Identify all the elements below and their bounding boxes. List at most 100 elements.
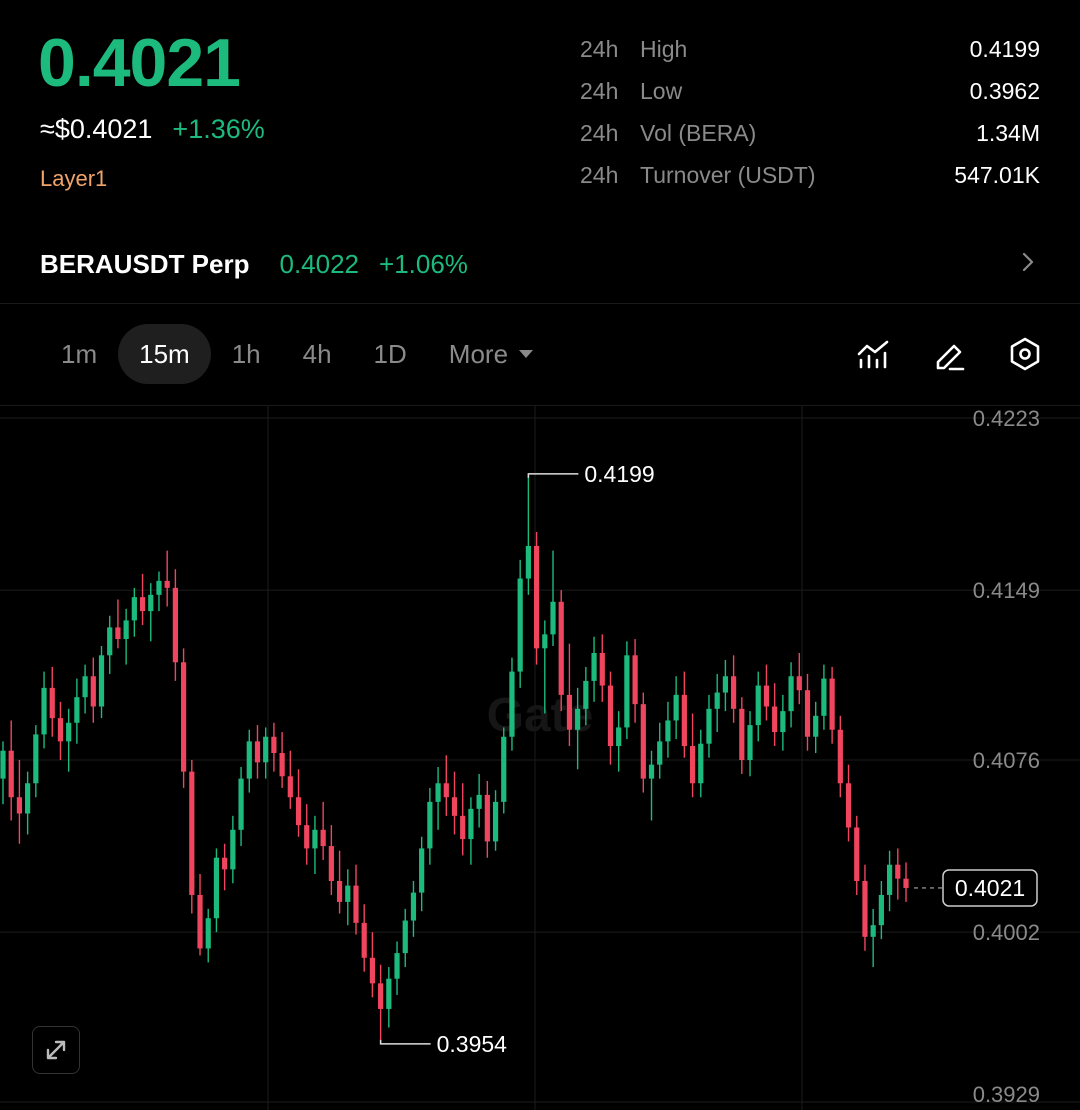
candle-body [246, 741, 252, 779]
candle-body [402, 920, 408, 954]
candle-body [575, 708, 581, 730]
stat-high: 24h High 0.4199 [580, 28, 1040, 70]
stat-label: Vol (BERA) [640, 119, 757, 146]
candle-body [665, 720, 671, 742]
candle-body [361, 922, 367, 958]
perp-price: 0.4022 [279, 248, 360, 279]
candle-body [640, 704, 646, 779]
candle-body [484, 794, 490, 842]
settings-hex-icon[interactable] [1008, 336, 1042, 372]
tab-more-label: More [448, 338, 509, 369]
caret-down-icon [519, 350, 534, 358]
stat-value: 547.01K [954, 161, 1040, 188]
candle-body [624, 655, 630, 728]
candles [0, 473, 909, 1044]
candle-body [460, 815, 466, 840]
candle-body [788, 676, 794, 712]
low-marker-line [379, 1039, 431, 1045]
candle-body [336, 880, 343, 902]
expand-button[interactable] [32, 1026, 80, 1074]
stat-label: Low [640, 77, 683, 104]
high-marker-label: 0.4199 [584, 461, 654, 487]
candle-body [706, 708, 712, 744]
perp-row[interactable]: BERAUSDT Perp 0.4022 +1.06% [40, 244, 1040, 284]
indicators-icon[interactable] [856, 336, 890, 372]
candle-body [796, 676, 802, 691]
candle-body [492, 801, 499, 842]
candle-body [468, 808, 474, 840]
candle-body [722, 676, 728, 693]
candle-body [681, 694, 687, 747]
candle-body [533, 545, 540, 649]
chart-grid [267, 406, 803, 1110]
candle-body [230, 829, 236, 870]
current-price-indicator: 0.4021 [914, 869, 1038, 907]
candle-body [714, 692, 720, 709]
candle-body [607, 685, 614, 747]
tab-1h[interactable]: 1h [211, 324, 282, 384]
candle-body [90, 676, 96, 707]
stat-label: High [640, 35, 688, 62]
candle-body [197, 894, 203, 949]
candle-body [139, 597, 146, 612]
candle-body [131, 597, 137, 621]
candle-body [66, 722, 72, 742]
candle-body [755, 685, 761, 726]
stat-period: 24h [580, 77, 619, 104]
y-axis-tick-label: 0.3929 [973, 1082, 1040, 1107]
candlestick-chart[interactable]: Gate 0.42230.41490.40760.40020.3929 0.41… [0, 406, 1080, 1110]
candle-body [739, 708, 745, 760]
candle-body [164, 580, 170, 588]
candle-body [172, 587, 178, 663]
y-axis-labels: 0.4223 0.4149 0.4076 0.4002 0.3929 [973, 406, 1040, 1107]
candle-body [123, 620, 129, 640]
candle-body [107, 627, 113, 656]
stat-value: 1.34M [976, 119, 1040, 146]
tab-more[interactable]: More [428, 324, 555, 384]
candle-body [583, 680, 589, 709]
stat-turnover: 24h Turnover (USDT) 547.01K [580, 154, 1040, 196]
stat-period: 24h [580, 161, 619, 188]
usd-price: ≈$0.4021 [40, 114, 153, 144]
candle-body [517, 578, 523, 672]
candle-body [328, 846, 334, 881]
candle-body [903, 878, 909, 888]
candle-body [312, 829, 318, 849]
candle-body [41, 687, 47, 735]
stat-volume: 24h Vol (BERA) 1.34M [580, 112, 1040, 154]
tab-4h[interactable]: 4h [282, 324, 353, 384]
candle-body [451, 797, 458, 816]
candle-body [599, 652, 605, 686]
current-price-label: 0.4021 [955, 875, 1025, 901]
candle-body [435, 783, 441, 802]
stat-value: 0.3962 [969, 77, 1040, 104]
category-tag[interactable]: Layer1 [40, 166, 107, 192]
candle-body [16, 797, 23, 814]
y-axis-tick-label: 0.4223 [973, 406, 1040, 431]
candle-body [558, 601, 564, 695]
tab-1d[interactable]: 1D [353, 324, 428, 384]
candle-body [238, 778, 244, 830]
candle-body [345, 885, 351, 902]
extreme-markers: 0.4199 0.3954 [379, 461, 655, 1057]
stat-value: 0.4199 [969, 35, 1040, 62]
candle-body [443, 783, 449, 798]
candle-body [845, 783, 852, 828]
candle-body [369, 957, 376, 984]
candle-body [271, 736, 277, 754]
tab-1m[interactable]: 1m [40, 324, 118, 384]
perp-change: +1.06% [379, 248, 468, 279]
price-gridlines [0, 417, 1080, 1103]
candle-body [263, 736, 269, 763]
candle-body [57, 718, 64, 742]
candle-body [813, 715, 819, 737]
candle-body [501, 736, 507, 802]
y-axis-tick-label: 0.4149 [973, 578, 1040, 603]
tab-15m[interactable]: 15m [118, 324, 211, 384]
candle-body [772, 706, 778, 733]
pencil-icon[interactable] [932, 336, 966, 372]
candle-body [632, 655, 638, 705]
interval-tabs: 1m 15m 1h 4h 1D More [40, 324, 555, 384]
expand-icon [46, 1040, 66, 1060]
candle-body [829, 678, 835, 730]
